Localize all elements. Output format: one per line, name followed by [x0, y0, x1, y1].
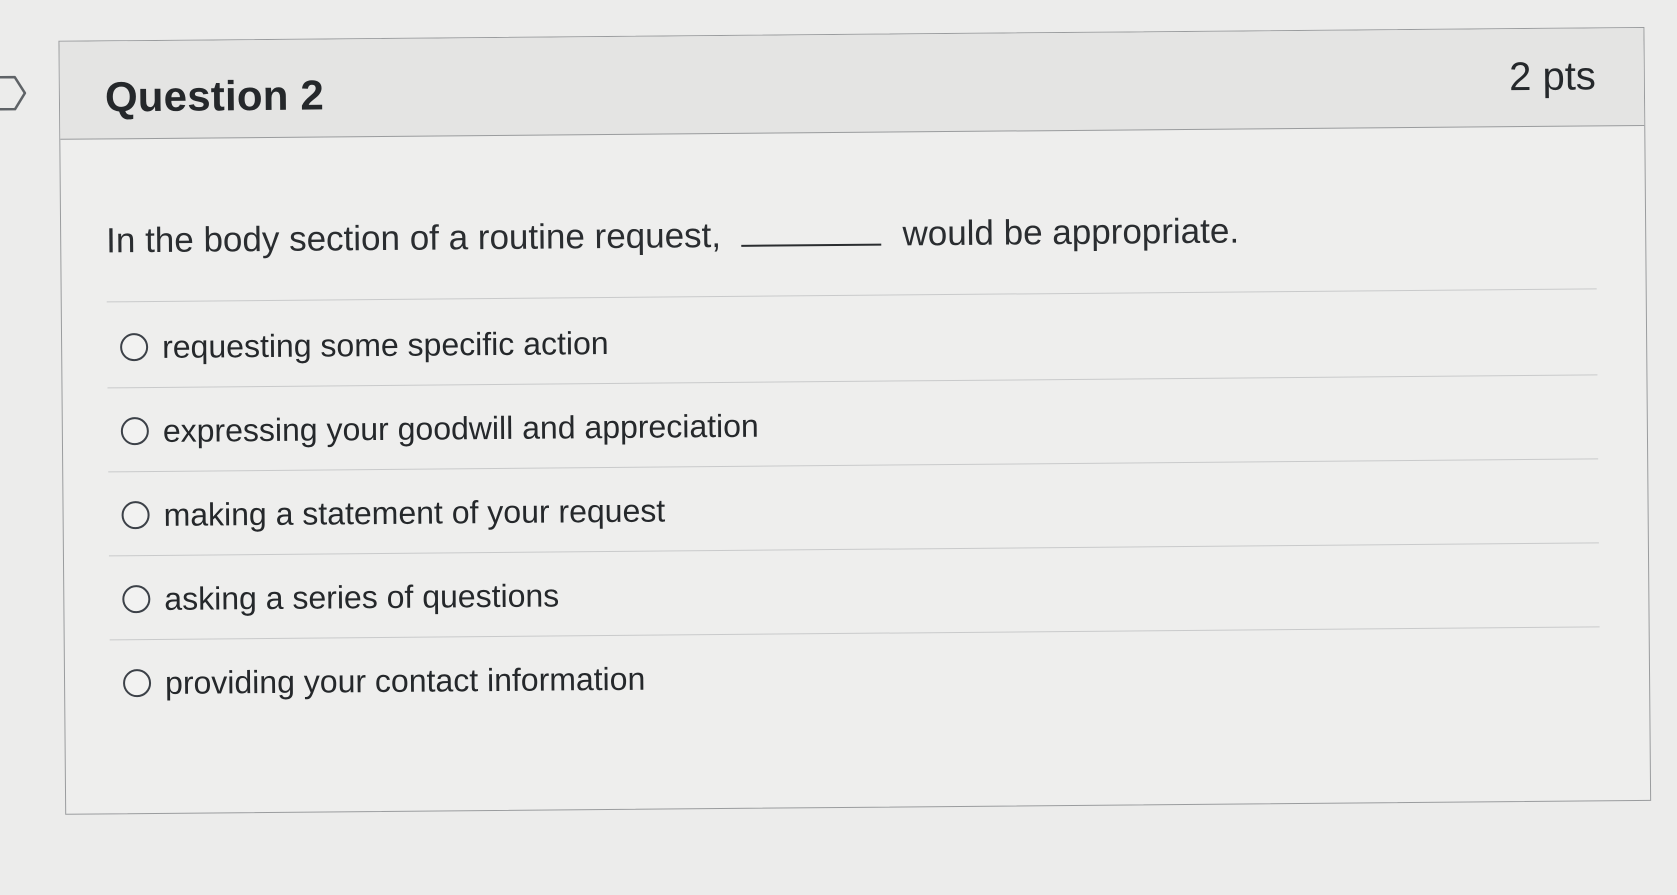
- answer-divider: [108, 458, 1599, 473]
- answer-label: asking a series of questions: [164, 576, 560, 617]
- answer-option[interactable]: asking a series of questions: [122, 573, 559, 621]
- question-card: Question 2 2 pts In the body section of …: [58, 26, 1652, 815]
- answer-option[interactable]: making a statement of your request: [121, 489, 665, 538]
- radio-button[interactable]: [121, 501, 150, 530]
- answer-option[interactable]: requesting some specific action: [120, 321, 609, 369]
- radio-button[interactable]: [120, 333, 149, 362]
- answer-divider: [107, 374, 1598, 389]
- question-title: Question 2: [104, 71, 325, 121]
- answer-label: making a statement of your request: [163, 492, 666, 533]
- radio-button[interactable]: [122, 669, 152, 698]
- answer-label: requesting some specific action: [161, 324, 609, 365]
- radio-button[interactable]: [122, 585, 151, 614]
- question-header: Question 2 2 pts: [59, 27, 1645, 140]
- flag-question-icon[interactable]: [0, 73, 29, 113]
- answer-option[interactable]: providing your contact information: [122, 657, 646, 706]
- question-text: In the body section of a routine request…: [106, 211, 1239, 261]
- answer-label: providing your contact information: [164, 660, 646, 701]
- question-text-before: In the body section of a routine request…: [106, 216, 722, 261]
- answer-option[interactable]: expressing your goodwill and appreciatio…: [120, 404, 759, 454]
- answer-divider: [109, 626, 1600, 641]
- answer-divider: [106, 288, 1597, 303]
- answer-divider: [108, 542, 1599, 557]
- fill-in-blank: [740, 242, 881, 247]
- question-points: 2 pts: [1508, 54, 1597, 100]
- radio-button[interactable]: [120, 417, 149, 446]
- quiz-page: Question 2 2 pts In the body section of …: [0, 0, 1677, 895]
- question-text-after: would be appropriate.: [902, 211, 1240, 254]
- answer-label: expressing your goodwill and appreciatio…: [162, 407, 759, 449]
